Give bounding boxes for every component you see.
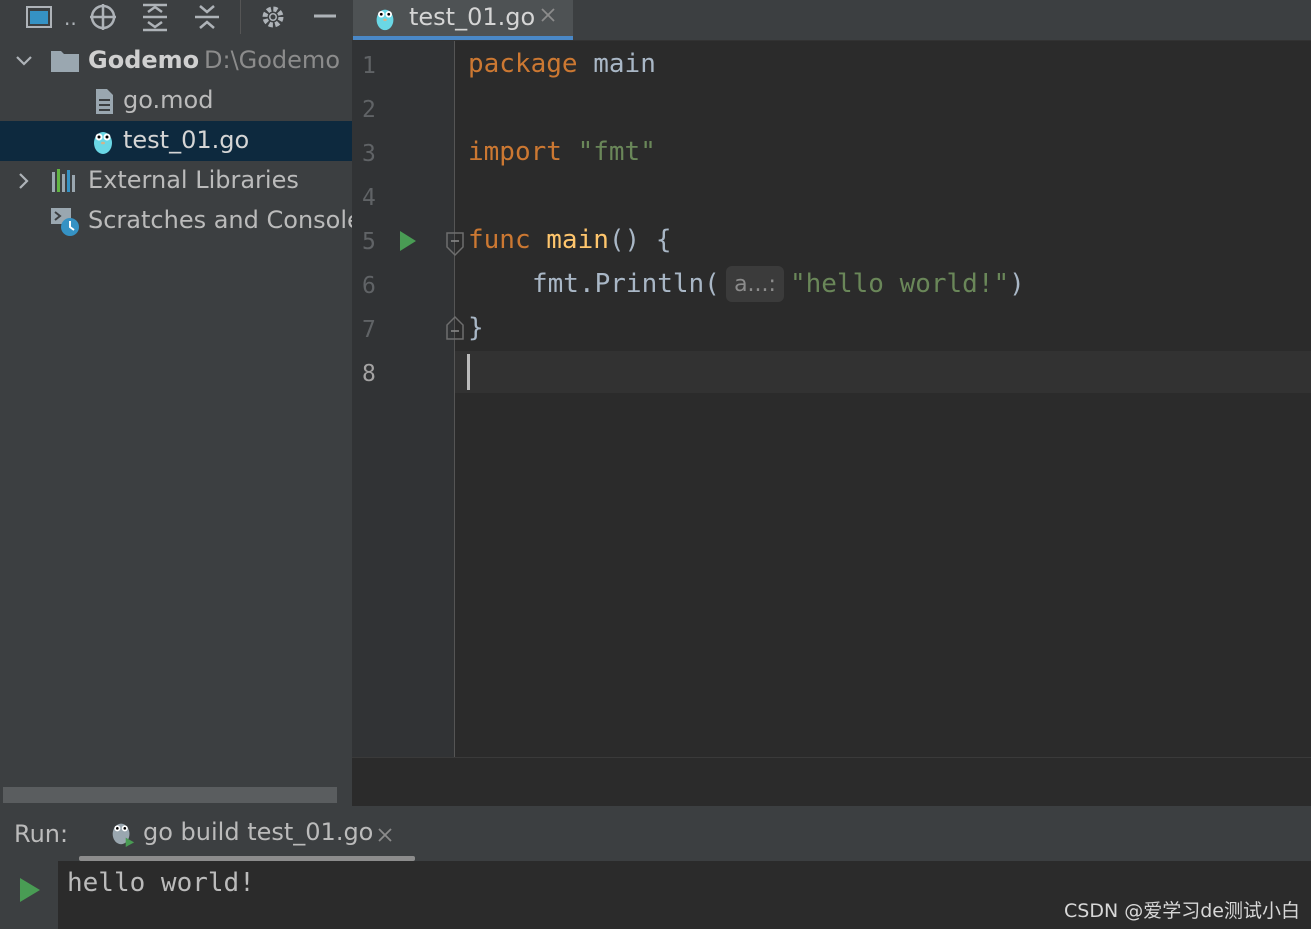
scratches-icon <box>51 208 79 236</box>
expand-all-icon[interactable] <box>140 2 170 32</box>
line-number: 2 <box>362 97 376 123</box>
tree-item-label: go.mod <box>123 86 214 114</box>
tree-item-test-01-go[interactable]: test_01.go <box>0 121 352 161</box>
code-punct: () { <box>608 225 672 255</box>
tab-label: test_01.go <box>409 3 536 31</box>
folder-icon <box>51 51 79 72</box>
code-line-6-args[interactable]: "hello world!") <box>790 269 1025 299</box>
line-number: 5 <box>362 229 376 255</box>
code-call: fmt.Println( <box>532 269 720 299</box>
code-line-5[interactable]: func main() { <box>468 225 672 255</box>
fold-close-icon[interactable] <box>445 315 465 341</box>
chevron-down-icon[interactable] <box>14 51 34 71</box>
toolbar-divider <box>240 0 241 34</box>
run-tab[interactable]: go build test_01.go <box>108 818 408 854</box>
code-string: "fmt" <box>561 137 656 167</box>
active-tab-indicator <box>353 36 573 40</box>
gopher-icon <box>376 9 394 31</box>
parameter-hint: a...: <box>726 266 784 302</box>
code-line-1[interactable]: package main <box>468 49 656 79</box>
line-number: 4 <box>362 185 376 211</box>
tree-root-godemo[interactable]: Godemo D:\Godemo <box>0 41 352 81</box>
project-root-name: Godemo <box>88 46 200 74</box>
tab-test-01-go[interactable]: test_01.go <box>353 0 573 40</box>
run-gutter-icon[interactable] <box>398 229 418 253</box>
code-line-3[interactable]: import "fmt" <box>468 137 656 167</box>
text-caret <box>467 354 470 390</box>
run-panel-title: Run: <box>14 820 69 848</box>
run-tab-label: go build test_01.go <box>143 818 374 846</box>
locate-icon[interactable] <box>88 2 118 32</box>
project-view-icon[interactable] <box>24 2 54 32</box>
project-toolbar: .. <box>0 0 352 40</box>
tree-item-go-mod[interactable]: go.mod <box>0 81 352 121</box>
tree-item-scratches-consoles[interactable]: Scratches and Consoles <box>0 201 352 241</box>
gopher-run-icon <box>112 823 135 847</box>
collapse-all-icon[interactable] <box>192 2 222 32</box>
chevron-right-icon[interactable] <box>14 171 34 191</box>
fold-open-icon[interactable] <box>445 231 465 257</box>
console-output: hello world! <box>67 868 255 898</box>
line-number: 1 <box>362 53 376 79</box>
gutter-separator <box>454 41 455 757</box>
code-ident: main <box>577 49 656 79</box>
tree-item-label: Scratches and Consoles <box>88 206 352 234</box>
code-keyword: import <box>468 137 562 167</box>
tree-item-label: test_01.go <box>123 126 250 154</box>
code-punct: ) <box>1009 269 1025 299</box>
line-number: 3 <box>362 141 376 167</box>
tree-item-external-libraries[interactable]: External Libraries <box>0 161 352 201</box>
code-string: "hello world!" <box>790 269 1010 299</box>
code-keyword: func <box>468 225 531 255</box>
gear-icon[interactable] <box>258 2 288 32</box>
view-dropdown-dots[interactable]: .. <box>64 6 77 30</box>
current-line-highlight <box>455 351 1311 393</box>
file-text-icon <box>96 89 113 114</box>
library-icon <box>52 169 75 192</box>
code-keyword: package <box>468 49 578 79</box>
project-horizontal-scrollbar[interactable] <box>3 787 337 803</box>
line-number: 7 <box>362 317 376 343</box>
code-punct: } <box>468 313 484 343</box>
project-root-path: D:\Godemo <box>204 46 340 74</box>
close-icon[interactable] <box>539 6 557 24</box>
tree-item-label: External Libraries <box>88 166 299 194</box>
watermark: CSDN @爱学习de测试小白 <box>1064 900 1300 922</box>
gopher-icon <box>94 132 112 154</box>
code-line-6[interactable]: fmt.Println( <box>532 269 720 299</box>
rerun-icon[interactable] <box>18 876 42 904</box>
code-line-7[interactable]: } <box>468 313 484 343</box>
close-icon[interactable] <box>376 826 394 844</box>
line-number: 8 <box>362 361 376 387</box>
code-function-name: main <box>530 225 609 255</box>
line-number: 6 <box>362 273 376 299</box>
editor-bottom-area <box>352 757 1311 807</box>
minimize-icon[interactable] <box>310 2 340 32</box>
